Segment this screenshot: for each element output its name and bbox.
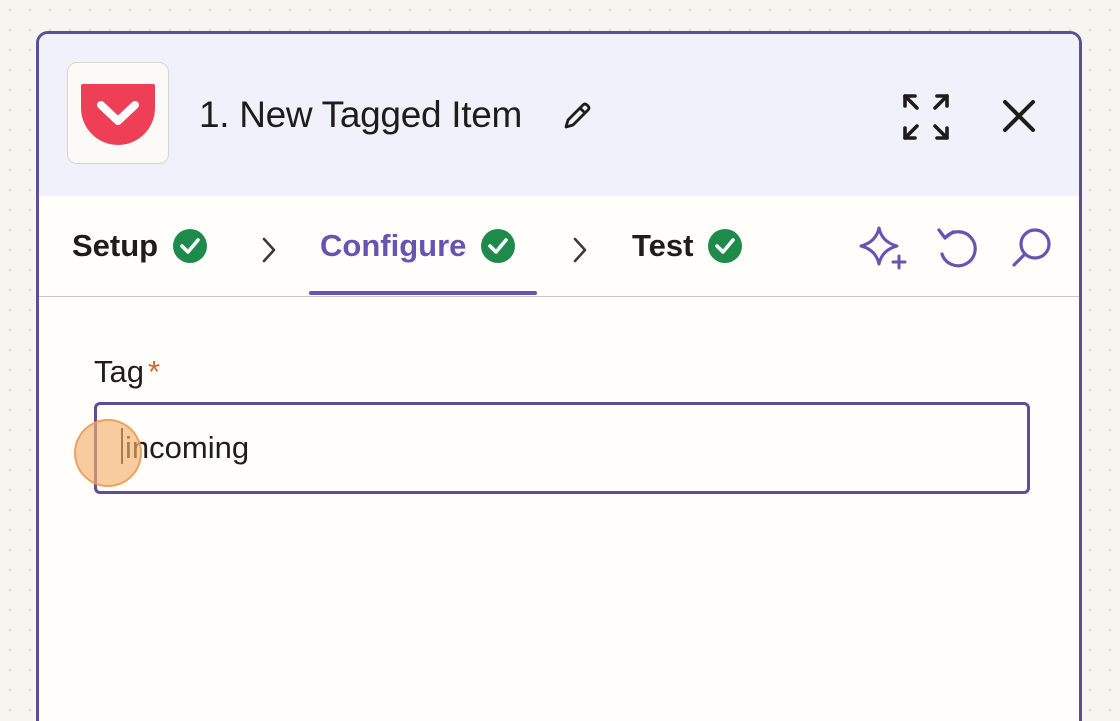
tab-test[interactable]: Test — [632, 228, 743, 264]
search-icon[interactable] — [1007, 224, 1055, 272]
pocket-icon — [81, 84, 155, 145]
pencil-icon[interactable] — [559, 98, 595, 134]
step-title: 1. New Tagged Item — [199, 94, 522, 135]
check-circle-icon — [481, 229, 516, 263]
check-circle-icon — [173, 229, 208, 263]
tab-test-label: Test — [632, 228, 694, 263]
tag-input[interactable] — [94, 402, 1030, 494]
tag-field-label: Tag * — [94, 354, 160, 390]
tab-setup[interactable]: Setup — [72, 228, 208, 264]
close-icon[interactable] — [997, 94, 1041, 138]
pocket-app-icon — [67, 62, 169, 164]
active-tab-indicator — [309, 291, 537, 295]
check-circle-icon — [708, 229, 743, 263]
panel-header: 1. New Tagged Item — [39, 34, 1079, 196]
tag-label-text: Tag — [94, 354, 144, 389]
undo-icon[interactable] — [933, 224, 981, 272]
tab-configure-label: Configure — [320, 228, 467, 263]
required-marker: * — [147, 354, 161, 389]
tab-setup-label: Setup — [72, 228, 159, 263]
expand-icon[interactable] — [901, 92, 951, 142]
tab-configure[interactable]: Configure — [320, 228, 516, 264]
chevron-right-icon — [262, 237, 276, 263]
step-tabs: Setup Configure Test — [39, 196, 1079, 297]
sparkle-icon[interactable] — [857, 224, 911, 272]
step-editor-panel: 1. New Tagged Item Setup Configure Test … — [36, 31, 1082, 721]
chevron-right-icon — [573, 237, 587, 263]
